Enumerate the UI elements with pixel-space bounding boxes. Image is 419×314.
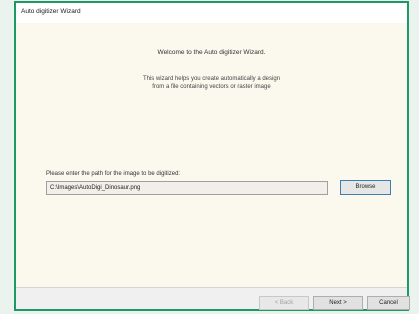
window-title: Auto digitizer Wizard xyxy=(21,8,81,15)
wizard-window: Auto digitizer Wizard Welcome to the Aut… xyxy=(14,1,410,311)
wizard-description-line-1: This wizard helps you create automatical… xyxy=(142,76,281,82)
wizard-content: Welcome to the Auto digitizer Wizard. Th… xyxy=(16,23,407,287)
path-label: Please enter the path for the image to b… xyxy=(46,171,181,177)
browse-button[interactable]: Browse xyxy=(340,180,391,195)
next-button[interactable]: Next > xyxy=(313,296,363,310)
title-bar[interactable]: Auto digitizer Wizard xyxy=(16,3,407,23)
cancel-button[interactable]: Cancel xyxy=(367,296,410,310)
image-path-input[interactable]: C:\Images\AutoDigi_Dinosaur.png xyxy=(46,181,328,195)
wizard-description-line-2: from a file containing vectors or raster… xyxy=(152,84,271,90)
back-button[interactable]: < Back xyxy=(259,296,309,310)
footer-divider xyxy=(16,287,407,288)
welcome-heading: Welcome to the Auto digitizer Wizard. xyxy=(157,49,266,56)
